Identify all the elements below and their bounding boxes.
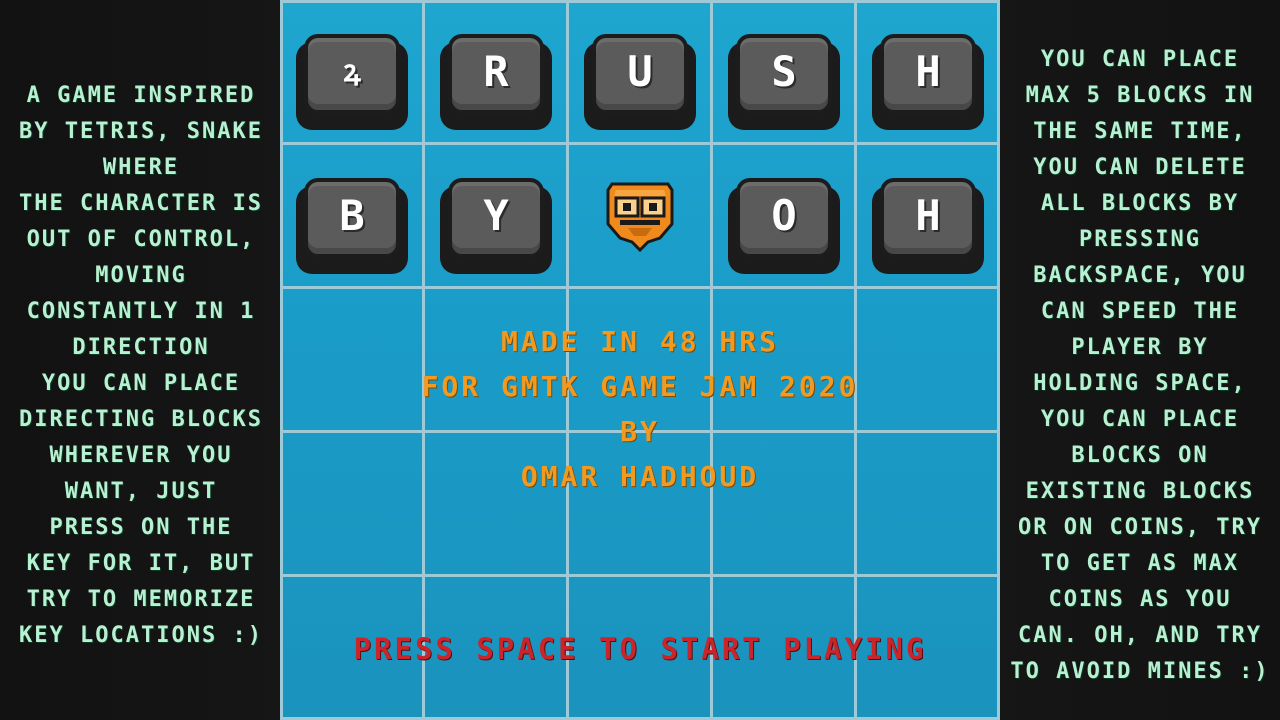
- instruction-line: YOU CAN PLACE: [1040, 47, 1240, 72]
- title-key-o: O: [728, 178, 840, 274]
- grid-line: [280, 0, 283, 720]
- grid-line: [280, 574, 1000, 577]
- instruction-line: THE SAME TIME,: [1033, 119, 1247, 144]
- start-prompt[interactable]: PRESS SPACE TO START PLAYING: [280, 632, 1000, 666]
- instruction-line: WHEREVER YOU: [49, 443, 233, 468]
- instruction-line: MAX 5 BLOCKS IN: [1025, 83, 1255, 108]
- instruction-line: HOLDING SPACE,: [1033, 371, 1247, 396]
- instruction-line: YOU CAN DELETE: [1033, 155, 1247, 180]
- instruction-line: TO AVOID MINES :): [1010, 659, 1270, 684]
- instruction-line: KEY FOR IT, BUT: [26, 551, 256, 576]
- grid-line: [710, 0, 713, 720]
- key-glyph: H: [915, 191, 941, 240]
- title-key-y: Y: [440, 178, 552, 274]
- credit-line: BY: [620, 415, 660, 448]
- key-glyph: H: [915, 47, 941, 96]
- title-key-b: B: [296, 178, 408, 274]
- grid-line: [280, 0, 1000, 3]
- instruction-line: THE CHARACTER IS: [19, 191, 263, 216]
- instruction-line: KEY LOCATIONS :): [19, 623, 263, 648]
- instruction-line: BACKSPACE, YOU: [1033, 263, 1247, 288]
- instruction-line: PRESS ON THE: [49, 515, 233, 540]
- instruction-line: PRESSING: [1079, 227, 1201, 252]
- credit-line: FOR GMTK GAME JAM 2020: [421, 370, 859, 403]
- key-glyph: O: [771, 191, 797, 240]
- title-key-h: H: [872, 34, 984, 130]
- title-key-s: S: [728, 34, 840, 130]
- instruction-line: TRY TO MEMORIZE: [26, 587, 256, 612]
- game-screen: A GAME INSPIRED BY TETRIS, SNAKE WHERE T…: [0, 0, 1280, 720]
- instruction-line: DIRECTING BLOCKS: [19, 407, 263, 432]
- instruction-line: A GAME INSPIRED: [26, 83, 256, 108]
- key-glyph: ꝝ: [343, 54, 361, 89]
- instruction-line: YOU CAN PLACE: [1040, 407, 1240, 432]
- left-instructions-panel: A GAME INSPIRED BY TETRIS, SNAKE WHERE T…: [0, 0, 282, 720]
- game-board[interactable]: ꝝ R U S H B Y O H MADE IN 48 HRS FOR GMT…: [280, 0, 1000, 720]
- instruction-line: WANT, JUST: [64, 479, 218, 504]
- instruction-line: OUT OF CONTROL,: [26, 227, 256, 252]
- grid-line: [422, 0, 425, 720]
- instruction-line: WHERE: [102, 155, 180, 180]
- instruction-line: COINS AS YOU: [1048, 587, 1232, 612]
- title-key-1: ꝝ: [296, 34, 408, 130]
- instruction-line: OR ON COINS, TRY: [1018, 515, 1262, 540]
- grid-line: [566, 0, 569, 720]
- grid-line: [854, 0, 857, 720]
- instruction-line: BLOCKS ON: [1071, 443, 1209, 468]
- instruction-line: ALL BLOCKS BY: [1040, 191, 1240, 216]
- key-glyph: U: [627, 47, 653, 96]
- key-glyph: R: [483, 47, 509, 96]
- instruction-line: EXISTING BLOCKS: [1025, 479, 1255, 504]
- grid-line: [280, 142, 1000, 145]
- key-glyph: S: [771, 47, 797, 96]
- key-glyph: Y: [483, 191, 509, 240]
- instruction-line: MOVING: [95, 263, 187, 288]
- right-instructions-panel: YOU CAN PLACE MAX 5 BLOCKS IN THE SAME T…: [1000, 0, 1280, 720]
- credit-line: OMAR HADHOUD: [520, 460, 760, 493]
- grid-line: [280, 286, 1000, 289]
- credit-line: MADE IN 48 HRS: [500, 325, 779, 358]
- key-glyph: B: [339, 191, 365, 240]
- instruction-line: CONSTANTLY IN 1: [26, 299, 256, 324]
- instruction-line: BY TETRIS, SNAKE: [19, 119, 263, 144]
- instruction-line: CAN SPEED THE: [1040, 299, 1240, 324]
- owl-character-icon: [606, 182, 674, 252]
- instruction-line: CAN. OH, AND TRY: [1018, 623, 1262, 648]
- instruction-line: TO GET AS MAX: [1040, 551, 1240, 576]
- title-key-h2: H: [872, 178, 984, 274]
- title-key-r: R: [440, 34, 552, 130]
- title-key-u: U: [584, 34, 696, 130]
- instruction-line: PLAYER BY: [1071, 335, 1209, 360]
- instruction-line: YOU CAN PLACE: [41, 371, 241, 396]
- instruction-line: DIRECTION: [72, 335, 210, 360]
